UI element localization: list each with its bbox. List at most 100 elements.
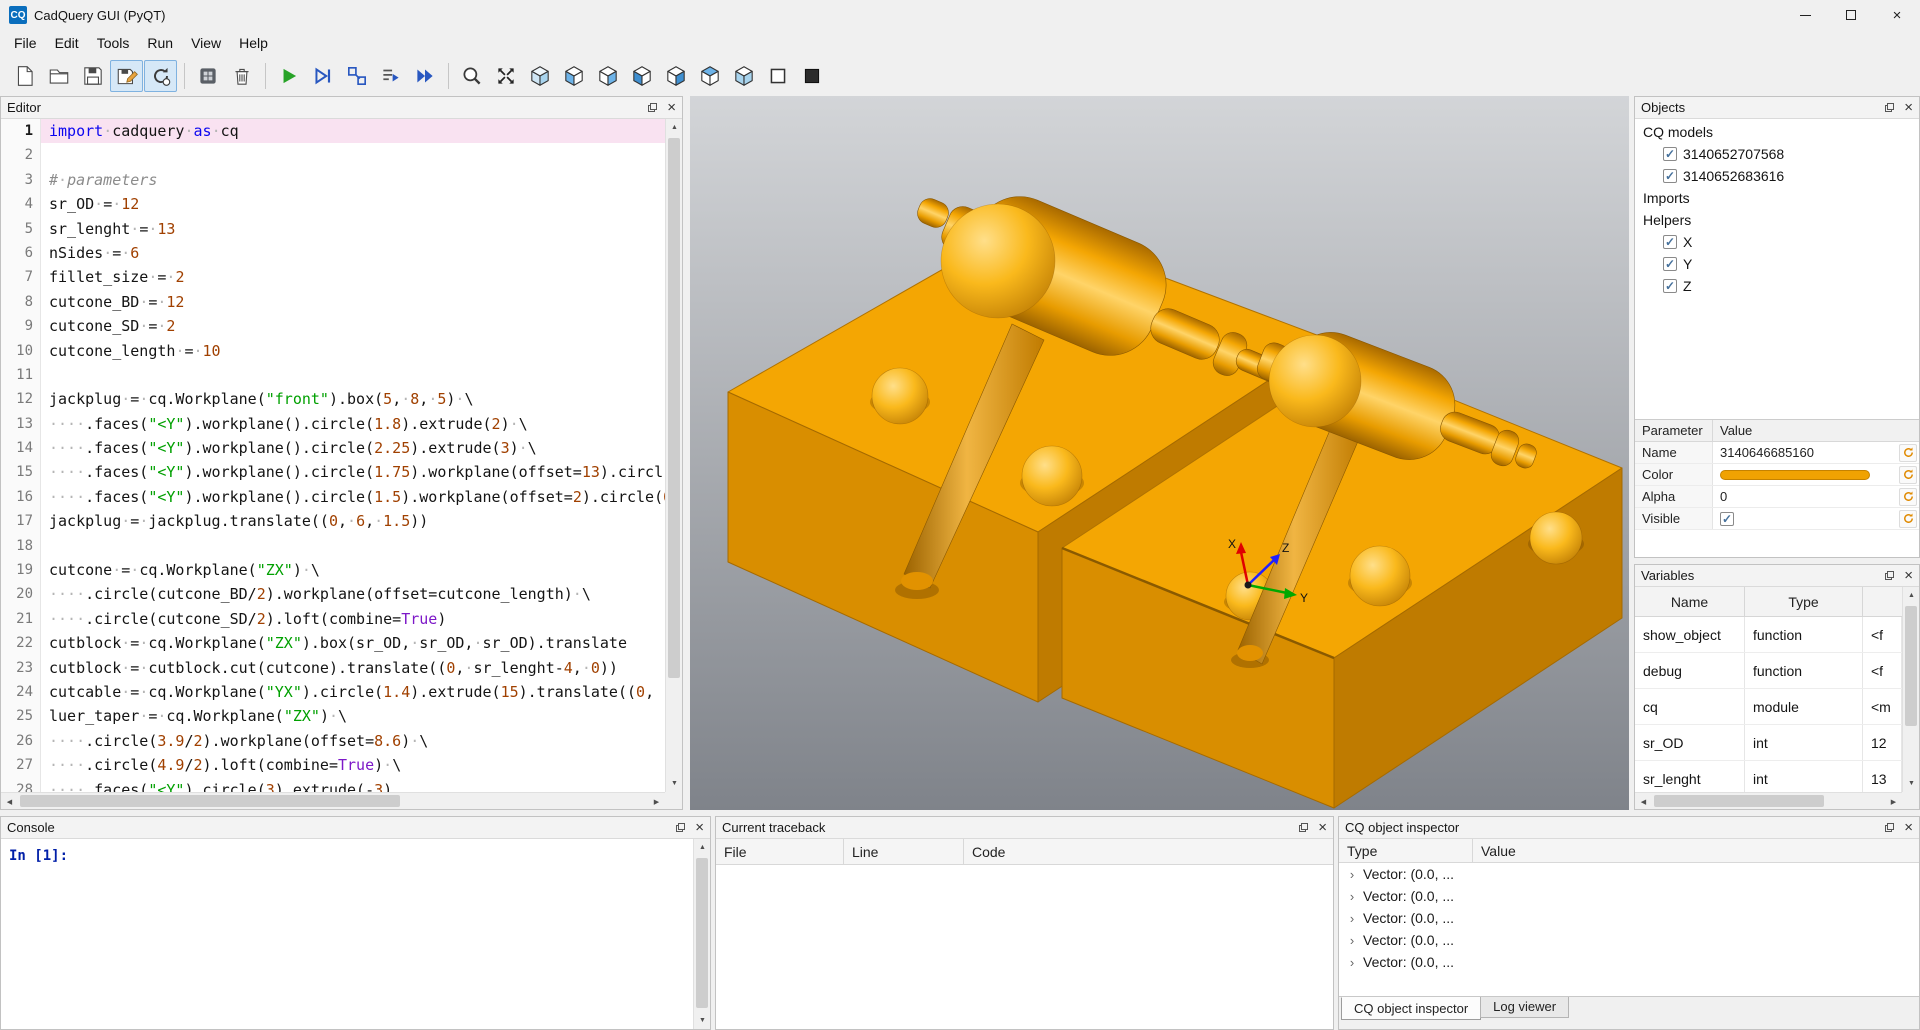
wireframe-view-button[interactable]	[761, 60, 794, 92]
menu-file[interactable]: File	[5, 30, 46, 56]
editor-code[interactable]: 1import·cadquery·as·cq23#·parameters4sr_…	[1, 119, 665, 792]
code-line[interactable]: 9cutcone_SD·=·2	[1, 314, 665, 338]
variable-row-sr_OD[interactable]: sr_ODint12	[1635, 725, 1902, 761]
code-line[interactable]: 23cutblock·=·cutblock.cut(cutcone).trans…	[1, 656, 665, 680]
tab-cq-object-inspector[interactable]: CQ object inspector	[1341, 997, 1481, 1020]
checkbox[interactable]: ✓	[1663, 235, 1677, 249]
zoom-button[interactable]	[455, 60, 488, 92]
checkbox[interactable]: ✓	[1663, 257, 1677, 271]
inspector-row[interactable]: ›Vector: (0.0, ...	[1339, 951, 1919, 973]
code-line[interactable]: 12jackplug·=·cq.Workplane("front").box(5…	[1, 387, 665, 411]
view-front-button[interactable]	[557, 60, 590, 92]
save-script-button[interactable]	[76, 60, 109, 92]
scroll-left-icon[interactable]: ◀	[1635, 793, 1652, 810]
view-top-button[interactable]	[693, 60, 726, 92]
traceback-column-header-code[interactable]: Code	[964, 839, 1333, 864]
reset-button[interactable]	[1899, 488, 1917, 506]
code-line[interactable]: 5sr_lenght·=·13	[1, 217, 665, 241]
close-dock-icon[interactable]: ×	[1904, 820, 1913, 835]
editor-horizontal-scrollbar[interactable]: ◀ ▶	[1, 792, 665, 809]
scroll-down-icon[interactable]: ▼	[1903, 775, 1920, 792]
tree-item-3140652683616[interactable]: ✓3140652683616	[1635, 165, 1919, 187]
scrollbar-thumb[interactable]	[668, 138, 680, 678]
menu-run[interactable]: Run	[138, 30, 182, 56]
code-line[interactable]: 10cutcone_length·=·10	[1, 339, 665, 363]
clear-console-button[interactable]	[191, 60, 224, 92]
variable-row-cq[interactable]: cqmodule<m	[1635, 689, 1902, 725]
console-input-area[interactable]: In [1]:	[1, 839, 693, 1029]
fit-view-button[interactable]	[489, 60, 522, 92]
menu-help[interactable]: Help	[230, 30, 277, 56]
code-line[interactable]: 13····.faces("<Y").workplane().circle(1.…	[1, 412, 665, 436]
checkbox[interactable]: ✓	[1663, 147, 1677, 161]
code-line[interactable]: 22cutblock·=·cq.Workplane("ZX").box(sr_O…	[1, 631, 665, 655]
code-line[interactable]: 11	[1, 363, 665, 387]
reset-button[interactable]	[1899, 510, 1917, 528]
new-script-button[interactable]	[8, 60, 41, 92]
tree-item-y[interactable]: ✓Y	[1635, 253, 1919, 275]
scroll-up-icon[interactable]: ▲	[1903, 587, 1920, 604]
code-line[interactable]: 19cutcone·=·cq.Workplane("ZX")·\	[1, 558, 665, 582]
maximize-button[interactable]	[1828, 0, 1874, 30]
code-line[interactable]: 20····.circle(cutcone_BD/2).workplane(of…	[1, 582, 665, 606]
float-dock-icon[interactable]	[1884, 822, 1895, 833]
expand-chevron-icon[interactable]: ›	[1345, 867, 1359, 882]
scrollbar-thumb[interactable]	[20, 795, 400, 807]
code-line[interactable]: 6nSides·=·6	[1, 241, 665, 265]
menu-tools[interactable]: Tools	[88, 30, 139, 56]
minimize-button[interactable]	[1782, 0, 1828, 30]
expand-chevron-icon[interactable]: ›	[1345, 933, 1359, 948]
view-iso-button[interactable]	[523, 60, 556, 92]
inspector-column-header-value[interactable]: Value	[1473, 839, 1919, 862]
code-line[interactable]: 1import·cadquery·as·cq	[1, 119, 665, 143]
inspector-row[interactable]: ›Vector: (0.0, ...	[1339, 885, 1919, 907]
scroll-left-icon[interactable]: ◀	[1, 793, 18, 810]
step-in-button[interactable]	[374, 60, 407, 92]
code-line[interactable]: 4sr_OD·=·12	[1, 192, 665, 216]
properties-header-parameter[interactable]: Parameter	[1635, 420, 1713, 441]
code-line[interactable]: 15····.faces("<Y").workplane().circle(1.…	[1, 460, 665, 484]
view-right-button[interactable]	[659, 60, 692, 92]
viewport-3d-scene[interactable]: X Z Y	[690, 96, 1629, 810]
open-script-button[interactable]	[42, 60, 75, 92]
close-button[interactable]: ×	[1874, 0, 1920, 30]
code-line[interactable]: 16····.faces("<Y").workplane().circle(1.…	[1, 485, 665, 509]
properties-header-value[interactable]: Value	[1713, 420, 1919, 441]
close-dock-icon[interactable]: ×	[1318, 820, 1327, 835]
variable-row-debug[interactable]: debugfunction<f	[1635, 653, 1902, 689]
delete-button[interactable]	[225, 60, 258, 92]
menu-view[interactable]: View	[182, 30, 230, 56]
scrollbar-thumb[interactable]	[1905, 606, 1917, 726]
shaded-view-button[interactable]	[795, 60, 828, 92]
reset-button[interactable]	[1899, 466, 1917, 484]
code-line[interactable]: 17jackplug·=·jackplug.translate((0,·6,·1…	[1, 509, 665, 533]
close-dock-icon[interactable]: ×	[1904, 100, 1913, 115]
code-line[interactable]: 25luer_taper·=·cq.Workplane("ZX")·\	[1, 704, 665, 728]
continue-button[interactable]	[408, 60, 441, 92]
checkbox[interactable]: ✓	[1663, 169, 1677, 183]
view-left-button[interactable]	[625, 60, 658, 92]
save-as-script-button[interactable]	[110, 60, 143, 92]
checkbox[interactable]: ✓	[1663, 279, 1677, 293]
code-line[interactable]: 14····.faces("<Y").workplane().circle(2.…	[1, 436, 665, 460]
code-line[interactable]: 26····.circle(3.9/2).workplane(offset=8.…	[1, 729, 665, 753]
autoreload-button[interactable]	[144, 60, 177, 92]
inspector-column-header-type[interactable]: Type	[1339, 839, 1473, 862]
tree-item-imports[interactable]: Imports	[1635, 187, 1919, 209]
inspector-row[interactable]: ›Vector: (0.0, ...	[1339, 863, 1919, 885]
variable-row-show_object[interactable]: show_objectfunction<f	[1635, 617, 1902, 653]
scroll-right-icon[interactable]: ▶	[1885, 793, 1902, 810]
editor-vertical-scrollbar[interactable]: ▲ ▼	[665, 119, 682, 792]
code-line[interactable]: 7fillet_size·=·2	[1, 265, 665, 289]
code-line[interactable]: 21····.circle(cutcone_SD/2).loft(combine…	[1, 607, 665, 631]
expand-chevron-icon[interactable]: ›	[1345, 955, 1359, 970]
code-line[interactable]: 2	[1, 143, 665, 167]
tree-item-x[interactable]: ✓X	[1635, 231, 1919, 253]
code-line[interactable]: 28····.faces("<Y").circle(3).extrude(-3)	[1, 778, 665, 792]
tab-log-viewer[interactable]: Log viewer	[1480, 997, 1569, 1018]
view-back-button[interactable]	[591, 60, 624, 92]
float-dock-icon[interactable]	[675, 822, 686, 833]
float-dock-icon[interactable]	[1884, 570, 1895, 581]
view-bottom-button[interactable]	[727, 60, 760, 92]
scrollbar-thumb[interactable]	[1654, 795, 1824, 807]
